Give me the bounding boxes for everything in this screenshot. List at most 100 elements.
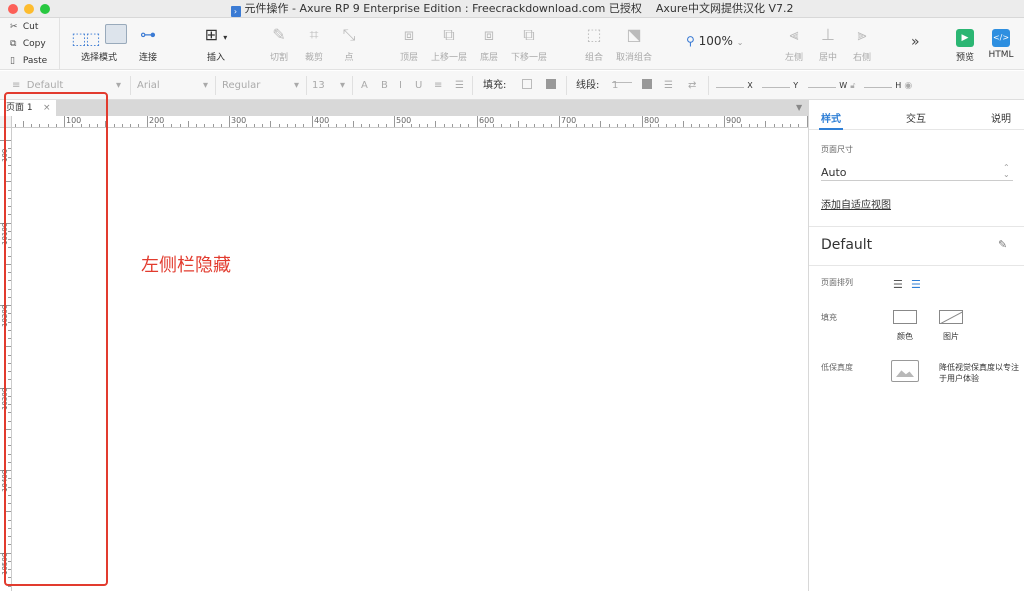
text-color-button[interactable]: A xyxy=(361,71,368,100)
italic-button[interactable]: I xyxy=(399,71,402,100)
stroke-color-swatch xyxy=(642,79,652,89)
crop-label: 裁剪 xyxy=(304,53,323,63)
y-field xyxy=(762,76,790,88)
page-size-stepper-icon[interactable]: ⌃ ⌄ xyxy=(1003,164,1010,179)
x-input[interactable]: X xyxy=(716,71,753,100)
move-up-button[interactable]: ⧉ 上移一层 xyxy=(430,24,468,63)
edit-style-icon[interactable]: ✎ xyxy=(998,238,1007,251)
send-to-back-button[interactable]: ⧈ 底层 xyxy=(474,24,504,63)
align-left-button[interactable]: ⫷ 左侧 xyxy=(780,24,808,63)
horizontal-ruler: 100 200 300 400 500 600 700 800 900 xyxy=(12,116,808,128)
group-button[interactable]: ⬚ 组合 xyxy=(580,24,608,63)
align-center-button[interactable]: ⊥ 居中 xyxy=(814,24,842,63)
ruler-tick xyxy=(683,121,684,127)
font-family-dropdown[interactable]: Arial ▾ xyxy=(137,71,209,100)
more-tools-icon[interactable]: » xyxy=(911,34,920,50)
ruler-tick xyxy=(526,124,527,127)
select-mode-button[interactable]: ⬚⬚ 选择模式 xyxy=(70,24,128,63)
w-field xyxy=(808,76,836,88)
ruler-tick xyxy=(361,124,362,127)
connect-button[interactable]: ⊶ 连接 xyxy=(134,24,162,63)
ruler-tick xyxy=(114,124,115,127)
select-mode-icon: ⬚⬚ xyxy=(70,24,128,48)
ruler-tick xyxy=(345,124,346,127)
cut-tool-button[interactable]: ✎ 切割 xyxy=(266,24,292,63)
bring-to-front-button[interactable]: ⧈ 顶层 xyxy=(394,24,424,63)
move-up-label: 上移一层 xyxy=(430,53,467,63)
cut-menu-item[interactable]: ✂ Cut xyxy=(10,19,38,35)
design-canvas[interactable] xyxy=(12,128,808,591)
w-input[interactable]: W 🔓︎ xyxy=(808,71,855,100)
size-chevron-icon: ▾ xyxy=(340,80,346,91)
main-toolbar: ✂ Cut ⧉ Copy ▯ Paste ⬚⬚ 选择模式 ⊶ 连接 ⊞ ▾ 插入… xyxy=(0,18,1024,70)
shadow-button[interactable] xyxy=(546,71,556,100)
select-mode-label: 选择模式 xyxy=(80,53,117,63)
tab-notes[interactable]: 说明 xyxy=(991,110,1011,125)
ruler-tick xyxy=(782,124,783,127)
lofi-description: 降低视觉保真度以专注于用户体验 xyxy=(939,363,1019,383)
style-name: Default xyxy=(821,237,873,253)
crop-button[interactable]: ⌗ 裁剪 xyxy=(301,24,327,63)
ruler-tick xyxy=(559,116,560,127)
point-button[interactable]: ⤡ 点 xyxy=(336,24,362,63)
arrow-style-button[interactable]: ⇄ xyxy=(688,71,696,100)
ruler-tick xyxy=(543,124,544,127)
list-icon: ☰ xyxy=(455,80,464,91)
list-button[interactable]: ☰ xyxy=(455,71,464,100)
text-align-button[interactable]: ≡ xyxy=(434,71,442,100)
publish-html-button[interactable]: </> HTML xyxy=(986,24,1016,60)
fill-color-box[interactable] xyxy=(893,310,917,324)
move-up-icon: ⧉ xyxy=(443,25,455,44)
tab-interactions[interactable]: 交互 xyxy=(906,110,926,125)
stroke-label: 线段: xyxy=(576,80,600,91)
move-down-button[interactable]: ⧉ 下移一层 xyxy=(510,24,548,63)
font-weight-value: Regular xyxy=(222,80,261,91)
font-size-dropdown[interactable]: 13 ▾ xyxy=(312,71,348,100)
font-weight-dropdown[interactable]: Regular ▾ xyxy=(222,71,300,100)
ruler-tick xyxy=(625,124,626,127)
zoom-chevron-icon: ⌄ xyxy=(736,38,744,47)
ruler-tick xyxy=(221,124,222,127)
ruler-tick xyxy=(765,121,766,127)
ruler-tick xyxy=(749,124,750,127)
play-icon: ▶ xyxy=(956,29,974,47)
underline-button[interactable]: U xyxy=(415,71,422,100)
align-right-button[interactable]: ⫸ 右侧 xyxy=(848,24,876,63)
image-label: 图片 xyxy=(943,332,959,341)
zoom-control[interactable]: ⚲ 100% ⌄ xyxy=(686,34,743,48)
shadow-swatch xyxy=(546,79,556,89)
ungroup-button[interactable]: ⬔ 取消组合 xyxy=(614,24,654,63)
ruler-tick xyxy=(584,124,585,127)
stroke-color-button[interactable] xyxy=(642,71,652,100)
fill-color-button[interactable] xyxy=(522,71,532,100)
tab-style[interactable]: 样式 xyxy=(821,110,841,125)
insert-button[interactable]: ⊞ ▾ 插入 xyxy=(196,24,236,63)
ruler-tick xyxy=(171,124,172,127)
ruler-tick xyxy=(757,124,758,127)
copy-menu-item[interactable]: ⧉ Copy xyxy=(10,36,46,52)
window-title: › 元件操作 - Axure RP 9 Enterprise Edition : … xyxy=(0,0,1024,18)
visibility-icon[interactable]: ◉ xyxy=(904,81,912,91)
align-left-page-icon[interactable]: ☰ xyxy=(893,278,903,291)
bold-button[interactable]: B xyxy=(381,71,388,100)
tab-menu-icon[interactable]: ▼ xyxy=(796,100,802,116)
y-input[interactable]: Y xyxy=(762,71,798,100)
magnifier-icon: ⚲ xyxy=(686,34,695,48)
divider xyxy=(809,265,1024,266)
h-input[interactable]: H ◉ xyxy=(864,71,912,100)
crop-icon: ⌗ xyxy=(309,25,319,44)
paste-menu-item[interactable]: ▯ Paste xyxy=(10,53,47,69)
align-center-page-icon[interactable]: ☰ xyxy=(911,278,921,291)
add-adaptive-view-link[interactable]: 添加自适应视图 xyxy=(821,196,891,211)
page-size-underline xyxy=(821,180,1013,181)
format-bar: ≡ Default ▾ Arial ▾ Regular ▾ 13 ▾ A B I… xyxy=(0,71,1024,100)
stroke-pattern-button[interactable]: ☰ xyxy=(664,71,673,100)
stroke-width-input[interactable]: 1 xyxy=(612,71,632,100)
image-icon[interactable] xyxy=(891,360,919,382)
fill-image-box[interactable] xyxy=(939,310,963,324)
arrow-style-icon: ⇄ xyxy=(688,80,697,91)
lock-icon[interactable]: 🔓︎ xyxy=(850,81,855,90)
preview-button[interactable]: ▶ 预览 xyxy=(952,24,978,63)
ruler-label: 500 xyxy=(396,116,412,125)
page-size-select[interactable]: Auto xyxy=(821,166,847,179)
